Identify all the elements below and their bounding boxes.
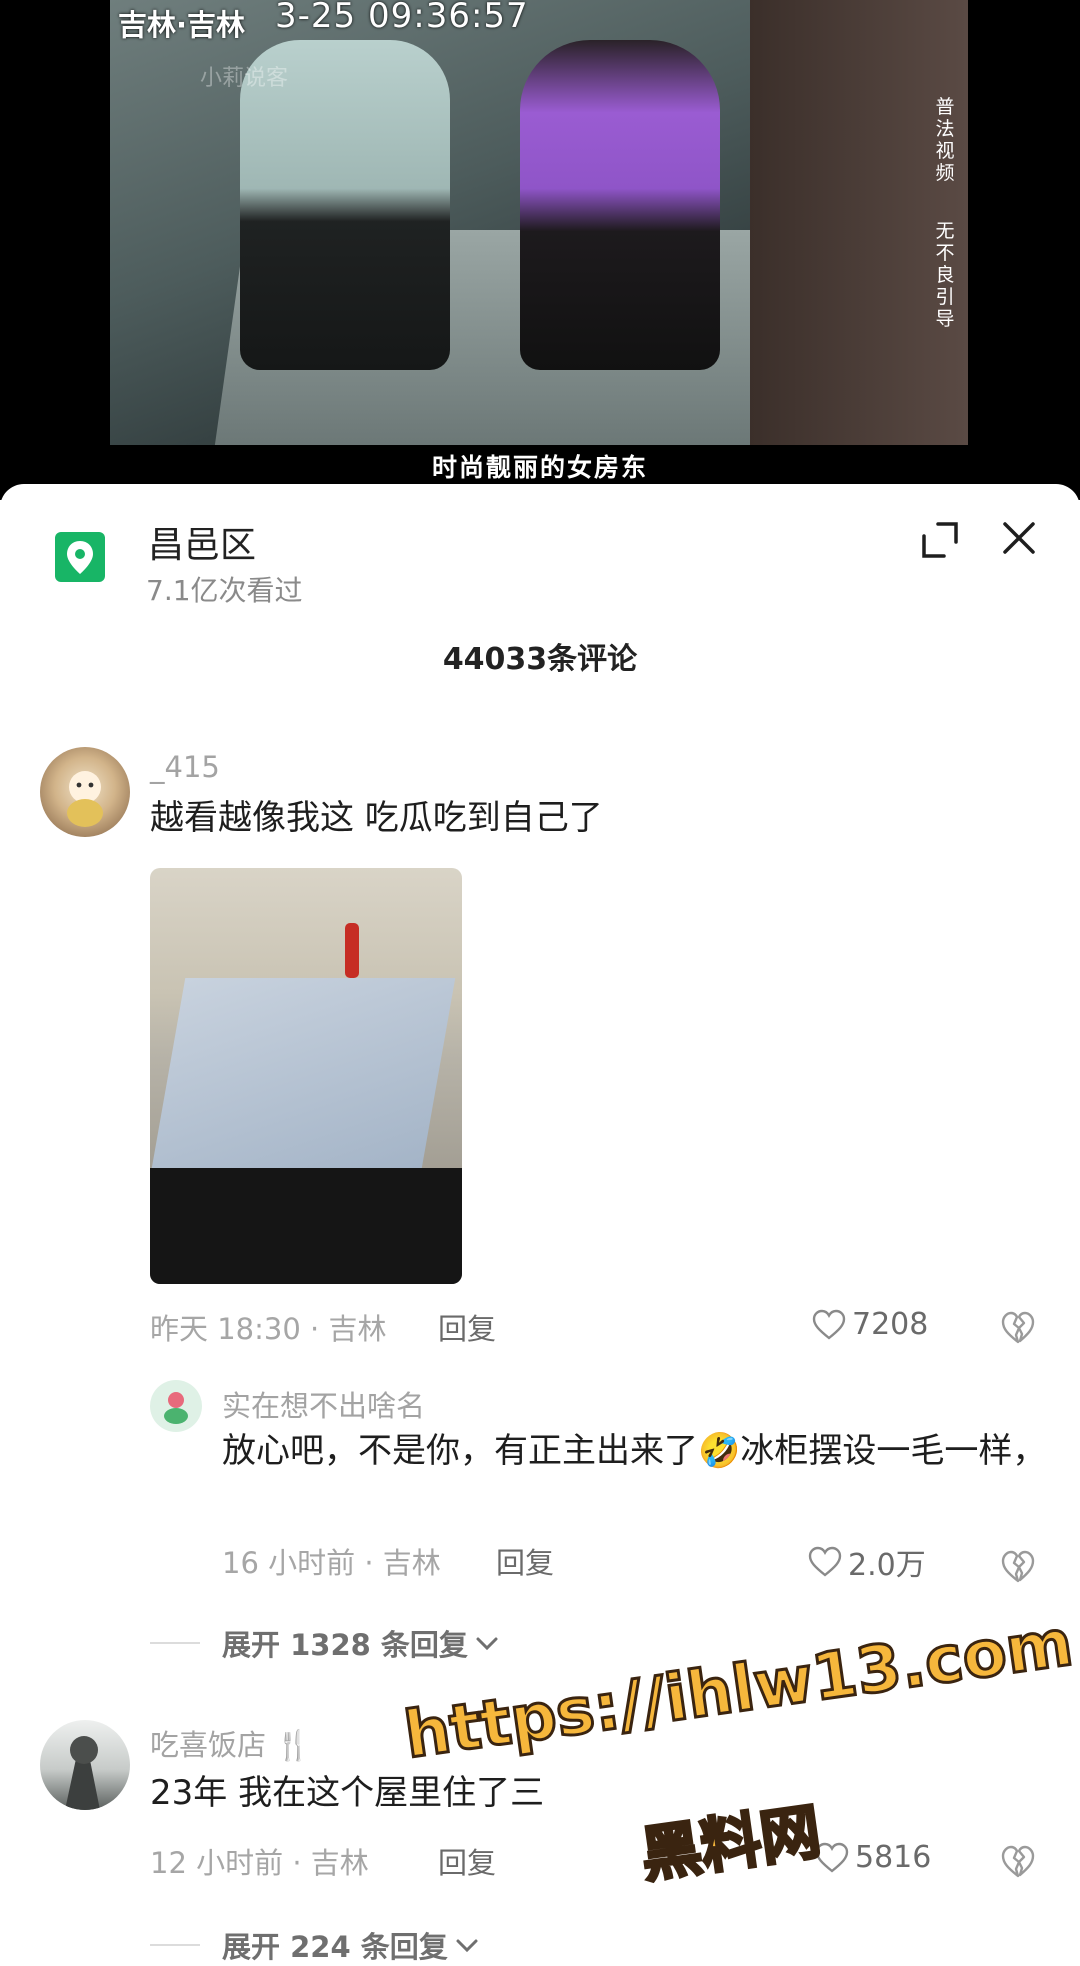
reply-reply-button[interactable]: 回复 <box>496 1540 554 1582</box>
reply-meta: 16 小时前 · 吉林 <box>222 1546 441 1580</box>
video-side-text-1: 普法视频 <box>935 96 955 184</box>
video-caption: 时尚靓丽的女房东 <box>431 453 648 482</box>
like-button[interactable]: 5816 <box>815 1840 931 1875</box>
reply-like-button[interactable]: 2.0万 <box>808 1540 926 1584</box>
expand-divider <box>150 1642 200 1644</box>
chevron-down-icon <box>476 1637 498 1651</box>
heart-icon <box>808 1546 842 1577</box>
location-views: 7.1亿次看过 <box>146 574 303 607</box>
like-count: 7208 <box>852 1307 929 1342</box>
fullscreen-icon[interactable] <box>920 520 960 560</box>
photo-bottle <box>345 923 359 978</box>
reply-button[interactable]: 回复 <box>438 1840 496 1882</box>
location-name[interactable]: 昌邑区 <box>148 516 256 568</box>
comment-username[interactable]: _415 <box>150 750 220 784</box>
close-icon[interactable] <box>997 516 1041 560</box>
avatar[interactable] <box>40 747 130 837</box>
reply-like-count: 2.0万 <box>848 1548 926 1583</box>
comment-text: 越看越像我这 吃瓜吃到自己了 <box>150 798 603 838</box>
chevron-down-icon <box>456 1939 478 1953</box>
reply-username[interactable]: 实在想不出啥名 <box>222 1383 425 1425</box>
reply-avatar[interactable] <box>150 1380 202 1432</box>
expand-replies-button[interactable]: 展开 1328 条回复 <box>150 1622 500 1664</box>
video-faint-watermark: 小莉说客 <box>200 66 289 91</box>
heart-icon <box>812 1309 846 1340</box>
reply-text: 放心吧，不是你，有正主出来了🤣冰柜摆设一毛一样， <box>222 1431 1047 1471</box>
video-side-text-2: 无不良引导 <box>935 220 955 330</box>
expand-replies-label: 展开 224 条回复 <box>222 1930 448 1964</box>
photo-table-base <box>150 1168 462 1284</box>
expand-replies-button[interactable]: 展开 224 条回复 <box>150 1924 480 1966</box>
like-count: 5816 <box>855 1840 932 1875</box>
broken-heart-icon[interactable] <box>1000 1310 1036 1346</box>
comment-image[interactable] <box>150 868 462 1284</box>
comment-text: 23年 我在这个屋里住了三 <box>150 1773 545 1813</box>
avatar[interactable] <box>40 1720 130 1810</box>
broken-heart-icon[interactable] <box>1000 1844 1036 1880</box>
reply-button[interactable]: 回复 <box>438 1306 496 1348</box>
video-timestamp-location: 吉林·吉林 <box>118 8 246 42</box>
like-button[interactable]: 7208 <box>812 1307 928 1342</box>
location-pin-icon[interactable] <box>55 532 105 582</box>
comment-meta: 12 小时前 · 吉林 <box>150 1846 369 1880</box>
video-timestamp-time: 3-25 09:36:57 <box>275 0 529 36</box>
video-player[interactable]: 小莉说客 吉林·吉林 3-25 09:36:57 普法视频 无不良引导 时尚靓丽… <box>0 0 1080 500</box>
expand-replies-label: 展开 1328 条回复 <box>222 1628 468 1662</box>
comment-count: 44033条评论 <box>442 642 638 677</box>
broken-heart-icon[interactable] <box>1000 1549 1036 1585</box>
comment-meta: 昨天 18:30 · 吉林 <box>150 1312 387 1346</box>
expand-divider <box>150 1944 200 1946</box>
person-woman <box>520 40 720 370</box>
comment-username[interactable]: 吃喜饭店 🍴 <box>150 1722 311 1764</box>
video-frame: 小莉说客 <box>110 0 968 445</box>
